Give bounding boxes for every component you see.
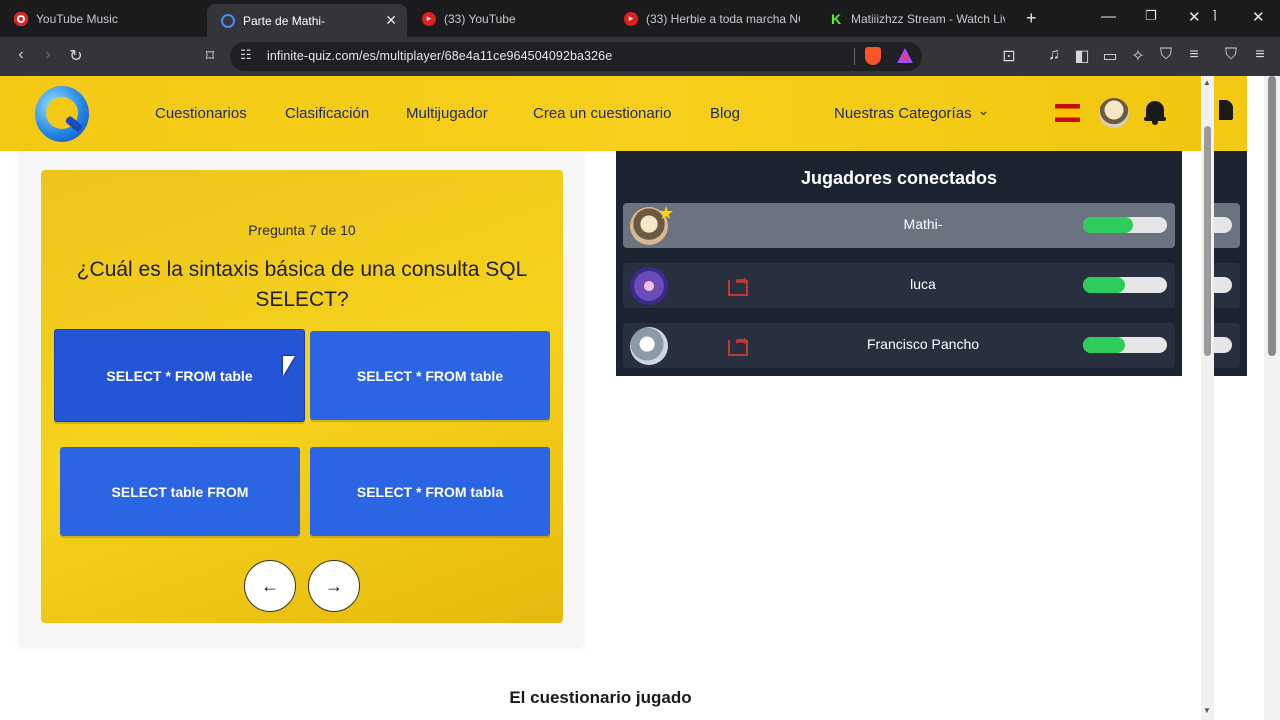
bell-icon (1219, 100, 1233, 120)
site-info-icon[interactable]: ☷ (240, 47, 252, 63)
tab-youtube-music[interactable]: YouTube Music (0, 4, 205, 33)
tab-infinite-quiz[interactable]: Parte de Mathi- ✕ (207, 4, 407, 37)
infinite-quiz-logo[interactable] (35, 86, 89, 142)
user-avatar[interactable] (1099, 98, 1129, 128)
tab-youtube-herbie[interactable]: ▸ (33) Herbie a toda marcha NO T (610, 4, 810, 33)
nav-categorias-dropdown[interactable]: Nuestras Categorías (834, 105, 989, 122)
player-row: ➦ luca (623, 263, 1175, 308)
player-progress-fill (1083, 217, 1134, 233)
player-progress-fill (1083, 337, 1125, 353)
site-header: Cuestionarios Clasificación Multijugador… (0, 76, 1201, 151)
restore-icon[interactable]: ❐ (1145, 8, 1157, 24)
arrow-right-icon: → (325, 575, 343, 596)
browser-toolbar: ‹ › ↻ ⌑ ☷ infinite-quiz.com/es/multiplay… (0, 37, 1280, 76)
connected-players-panel: Jugadores conectados ★ Mathi- ➦ luca ➦ F… (616, 151, 1182, 376)
url-divider (854, 48, 855, 65)
arrow-left-icon: ← (261, 575, 279, 596)
tab-search-icon[interactable]: ⌉ (1212, 8, 1217, 22)
leo-ai-icon[interactable]: ✧ (1128, 46, 1148, 66)
brave-rewards-icon[interactable] (897, 48, 913, 63)
player-progress-bar (1083, 217, 1167, 233)
menu-icon[interactable]: ≡ (1184, 46, 1204, 64)
question-counter: Pregunta 7 de 10 (248, 222, 356, 238)
next-question-button[interactable]: → (308, 560, 360, 612)
played-quiz-heading: El cuestionario jugado (509, 688, 692, 707)
vpn-icon[interactable]: ⛉ (1156, 46, 1176, 64)
tab-label: (33) YouTube (444, 11, 516, 26)
nav-cuestionarios[interactable]: Cuestionarios (155, 105, 247, 122)
previous-question-button[interactable]: ← (244, 560, 296, 612)
share-icon[interactable]: ➦ (728, 333, 752, 356)
nav-crea-cuestionario[interactable]: Crea un cuestionario (533, 105, 671, 122)
spain-flag-icon[interactable] (1055, 104, 1080, 122)
forward-icon[interactable]: › (38, 46, 58, 64)
media-icon[interactable]: ♫ (1044, 46, 1064, 64)
tab-kick-stream[interactable]: K Matiiizhzz Stream - Watch Live (815, 4, 1015, 33)
player-avatar (630, 327, 668, 365)
screenshot-icon[interactable]: ⊡ (999, 46, 1019, 66)
quiz-card: Pregunta 7 de 10 ¿Cuál es la sintaxis bá… (41, 170, 563, 623)
page-scrollbar[interactable]: ▲ ▼ (1201, 76, 1214, 720)
answer-option-3[interactable]: SELECT table FROM (60, 447, 300, 536)
close-window-icon[interactable]: ✕ (1252, 8, 1265, 26)
players-title: Jugadores conectados (800, 168, 998, 188)
kick-icon: K (830, 10, 842, 27)
tab-label: Matiiizhzz Stream - Watch Live (851, 11, 1005, 26)
tab-youtube[interactable]: ▸ (33) YouTube (408, 4, 608, 33)
youtube-icon: ▸ (422, 11, 436, 26)
browser-tab-bar: YouTube Music Parte de Mathi- ✕ ▸ (33) Y… (0, 0, 1280, 37)
infinite-quiz-icon (221, 13, 235, 28)
player-progress-bar (1083, 337, 1167, 353)
close-tab-icon[interactable]: ✕ (377, 12, 397, 29)
menu-icon[interactable]: ≡ (1250, 46, 1270, 64)
new-tab-icon[interactable]: + (1026, 8, 1037, 29)
nav-clasificacion[interactable]: Clasificación (285, 105, 369, 122)
tab-label: (33) Herbie a toda marcha NO T (646, 11, 800, 26)
url-text[interactable]: infinite-quiz.com/es/multiplayer/68e4a11… (267, 49, 612, 63)
player-row (1214, 203, 1240, 248)
scrollbar-thumb[interactable] (1204, 126, 1211, 356)
youtube-icon: ▸ (624, 11, 638, 26)
player-row: ➦ Francisco Pancho (623, 323, 1175, 368)
vpn-icon[interactable]: ⛉ (1221, 46, 1241, 64)
sidebar-icon[interactable]: ◧ (1072, 46, 1092, 66)
wallet-icon[interactable]: ▭ (1100, 46, 1120, 66)
player-row: ★ Mathi- (623, 203, 1175, 248)
scrollbar-thumb[interactable] (1268, 76, 1276, 356)
player-progress-bar (1083, 277, 1167, 293)
mouse-cursor (283, 356, 295, 376)
bell-icon[interactable] (1144, 99, 1166, 125)
window-scrollbar[interactable] (1264, 76, 1280, 720)
tab-label: Parte de Mathi- (243, 13, 326, 28)
reload-icon[interactable]: ↻ (66, 46, 86, 66)
answer-option-1[interactable]: SELECT * FROM table (54, 329, 305, 422)
question-text: ¿Cuál es la sintaxis básica de una consu… (76, 258, 528, 311)
star-icon: ★ (658, 203, 675, 223)
nav-blog[interactable]: Blog (710, 105, 740, 122)
answer-option-4[interactable]: SELECT * FROM tabla (310, 447, 550, 536)
tab-label: YouTube Music (36, 11, 118, 26)
brave-shield-icon[interactable] (865, 47, 881, 65)
player-name: Francisco Pancho (866, 336, 980, 352)
minimize-icon[interactable]: — (1101, 8, 1116, 25)
bookmark-icon[interactable]: ⌑ (200, 46, 220, 66)
player-name: luca (910, 276, 936, 292)
player-progress-fill (1083, 277, 1125, 293)
player-row (1214, 263, 1240, 308)
back-icon[interactable]: ‹ (11, 46, 31, 64)
share-icon[interactable]: ➦ (728, 273, 752, 296)
answer-option-2[interactable]: SELECT * FROM table (310, 331, 550, 420)
nav-multijugador[interactable]: Multijugador (406, 105, 488, 122)
address-bar[interactable]: ☷ infinite-quiz.com/es/multiplayer/68e4a… (230, 42, 922, 71)
youtube-music-icon (14, 11, 28, 26)
background-window-panel (1214, 151, 1247, 376)
player-avatar (630, 267, 668, 305)
player-row (1214, 323, 1240, 368)
close-window-icon[interactable]: ✕ (1188, 8, 1201, 26)
player-name: Mathi- (903, 216, 943, 232)
